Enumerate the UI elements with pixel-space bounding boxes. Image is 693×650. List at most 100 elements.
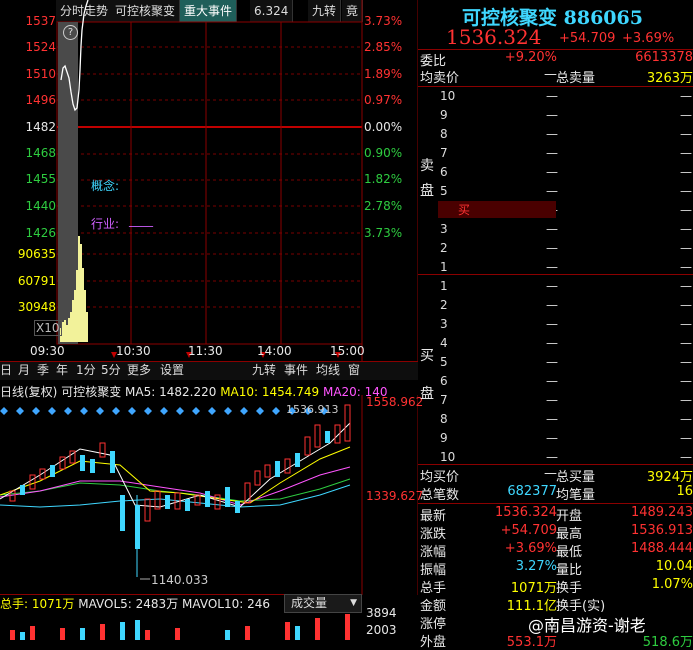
kline-chart bbox=[0, 395, 418, 595]
buy-marker: 买 bbox=[458, 203, 471, 217]
buy-level-volume: — bbox=[680, 298, 692, 312]
webi-pct: +9.20% bbox=[504, 50, 557, 65]
stat-label: 最高 bbox=[556, 527, 583, 542]
price-tick: 1455 bbox=[25, 172, 56, 186]
sell-level-row[interactable]: 6 — — bbox=[438, 165, 692, 183]
buy-level-volume: — bbox=[680, 431, 692, 445]
buy-level-row[interactable]: 6 — — bbox=[438, 374, 692, 392]
avg-buy-label: 均买价 bbox=[420, 470, 460, 485]
sell-level-row[interactable]: 1 — — bbox=[438, 260, 692, 278]
stat-label: 涨停 bbox=[420, 617, 447, 632]
indicator-select[interactable]: 成交量 ▼ bbox=[284, 594, 362, 613]
buy-level-number: 9 bbox=[440, 431, 448, 445]
sell-level-price: — bbox=[546, 184, 558, 198]
buy-side-label-2: 盘 bbox=[420, 386, 434, 402]
avg-sell-row: 均卖价 — 总卖量 3263万 bbox=[418, 67, 693, 86]
buy-level-number: 5 bbox=[440, 355, 448, 369]
stats-row: 最新 1536.324 开盘 1489.243 bbox=[418, 505, 693, 524]
buy-level-row[interactable]: 9 — — bbox=[438, 431, 692, 449]
tab-more[interactable]: 更多 bbox=[127, 362, 151, 379]
price-tick: 1524 bbox=[25, 40, 56, 54]
buy-level-row[interactable]: 2 — — bbox=[438, 298, 692, 316]
time-tick: 09:30 bbox=[30, 344, 65, 358]
avg-sell-label: 均卖价 bbox=[420, 71, 460, 86]
kline-low-label: 1140.033 bbox=[151, 573, 209, 587]
sell-level-number: 2 bbox=[440, 241, 448, 255]
trades-row: 总笔数 682377 均笔量 16 bbox=[418, 484, 693, 503]
sell-level-row[interactable]: 3 — — bbox=[438, 222, 692, 240]
pct-tick: 3.73% bbox=[364, 226, 403, 240]
pct-tick: 0.97% bbox=[364, 93, 403, 107]
tab-window[interactable]: 窗 bbox=[348, 362, 360, 379]
stat-value: 1488.444 bbox=[630, 541, 693, 556]
stats-row: 振幅 3.27% 量比 10.04 bbox=[418, 559, 693, 578]
sell-level-row[interactable]: 10 — — bbox=[438, 89, 692, 107]
pct-tick: 2.85% bbox=[364, 40, 403, 54]
sell-level-row[interactable]: 7 — — bbox=[438, 146, 692, 164]
buy-level-price: — bbox=[546, 355, 558, 369]
buy-level-price: — bbox=[546, 336, 558, 350]
tab-5min[interactable]: 5分 bbox=[101, 362, 121, 379]
stat-value: 1536.913 bbox=[630, 523, 693, 538]
stat-label: 总手 bbox=[420, 581, 447, 596]
help-icon[interactable]: ? bbox=[63, 25, 78, 40]
buy-level-row[interactable]: 1 — — bbox=[438, 279, 692, 297]
tab-events[interactable]: 事件 bbox=[284, 362, 308, 379]
total-trades-label: 总笔数 bbox=[420, 488, 460, 503]
buy-level-price: — bbox=[546, 393, 558, 407]
price-tick: 1440 bbox=[25, 199, 56, 213]
stat-label: 涨跌 bbox=[420, 527, 447, 542]
buy-level-volume: — bbox=[680, 412, 692, 426]
sell-level-row[interactable]: 2 — — bbox=[438, 241, 692, 259]
stat-value: 10.04 bbox=[655, 559, 693, 574]
tab-ma-lines[interactable]: 均线 bbox=[316, 362, 340, 379]
price-change: +54.709 bbox=[559, 31, 616, 46]
tab-day[interactable]: 日 bbox=[0, 362, 12, 379]
sell-level-row[interactable]: 9 — — bbox=[438, 108, 692, 126]
sell-level-4-highlight[interactable] bbox=[438, 201, 556, 218]
price-tick: 1496 bbox=[25, 93, 56, 107]
indicator-select-value: 成交量 bbox=[291, 596, 328, 610]
mavol5-label: MAVOL5: 2483万 bbox=[78, 597, 179, 611]
buy-level-price: — bbox=[546, 450, 558, 464]
volume-axis-mid: 2003 bbox=[366, 623, 397, 637]
tab-nine-turn-k[interactable]: 九转 bbox=[252, 362, 276, 379]
industry-label: 行业: bbox=[91, 217, 120, 231]
sell-level-row[interactable]: 5 — — bbox=[438, 184, 692, 202]
kline-high-label: 1536.913 bbox=[286, 403, 339, 416]
stock-code: 886065 bbox=[563, 7, 643, 29]
stat-label: 开盘 bbox=[556, 509, 583, 524]
buy-level-row[interactable]: 4 — — bbox=[438, 336, 692, 354]
sell-level-number: 1 bbox=[440, 260, 448, 274]
buy-level-number: 2 bbox=[440, 298, 448, 312]
total-hands-label: 总手: 1071万 bbox=[0, 597, 75, 611]
sell-level-number: 6 bbox=[440, 165, 448, 179]
sell-level-price: — bbox=[546, 146, 558, 160]
kline-axis-top: 1558.962 bbox=[366, 395, 424, 409]
buy-level-row[interactable]: 5 — — bbox=[438, 355, 692, 373]
sell-level-volume: — bbox=[680, 127, 692, 141]
sell-level-number: 7 bbox=[440, 146, 448, 160]
avg-buy-row: 均买价 — 总买量 3924万 bbox=[418, 466, 693, 485]
sell-level-volume: — bbox=[680, 260, 692, 274]
tab-year[interactable]: 年 bbox=[56, 362, 68, 379]
stat-value: +54.709 bbox=[500, 523, 557, 538]
buy-level-row[interactable]: 7 — — bbox=[438, 393, 692, 411]
buy-level-price: — bbox=[546, 279, 558, 293]
buy-level-number: 6 bbox=[440, 374, 448, 388]
tab-1min[interactable]: 1分 bbox=[76, 362, 96, 379]
buy-level-row[interactable]: 3 — — bbox=[438, 317, 692, 335]
sell-level-row[interactable]: 8 — — bbox=[438, 127, 692, 145]
sell-level-price: — bbox=[546, 260, 558, 274]
price-tick: 1510 bbox=[25, 67, 56, 81]
buy-level-row[interactable]: 8 — — bbox=[438, 412, 692, 430]
avg-trade-label: 均笔量 bbox=[556, 488, 596, 503]
buy-level-volume: — bbox=[680, 279, 692, 293]
tab-month[interactable]: 月 bbox=[18, 362, 30, 379]
time-tick: 14:00 bbox=[257, 344, 292, 358]
stat-value: 518.6万 bbox=[642, 635, 693, 650]
tab-settings[interactable]: 设置 bbox=[160, 362, 184, 379]
buy-level-volume: — bbox=[680, 393, 692, 407]
sell-level-volume: — bbox=[680, 184, 692, 198]
tab-quarter[interactable]: 季 bbox=[37, 362, 49, 379]
